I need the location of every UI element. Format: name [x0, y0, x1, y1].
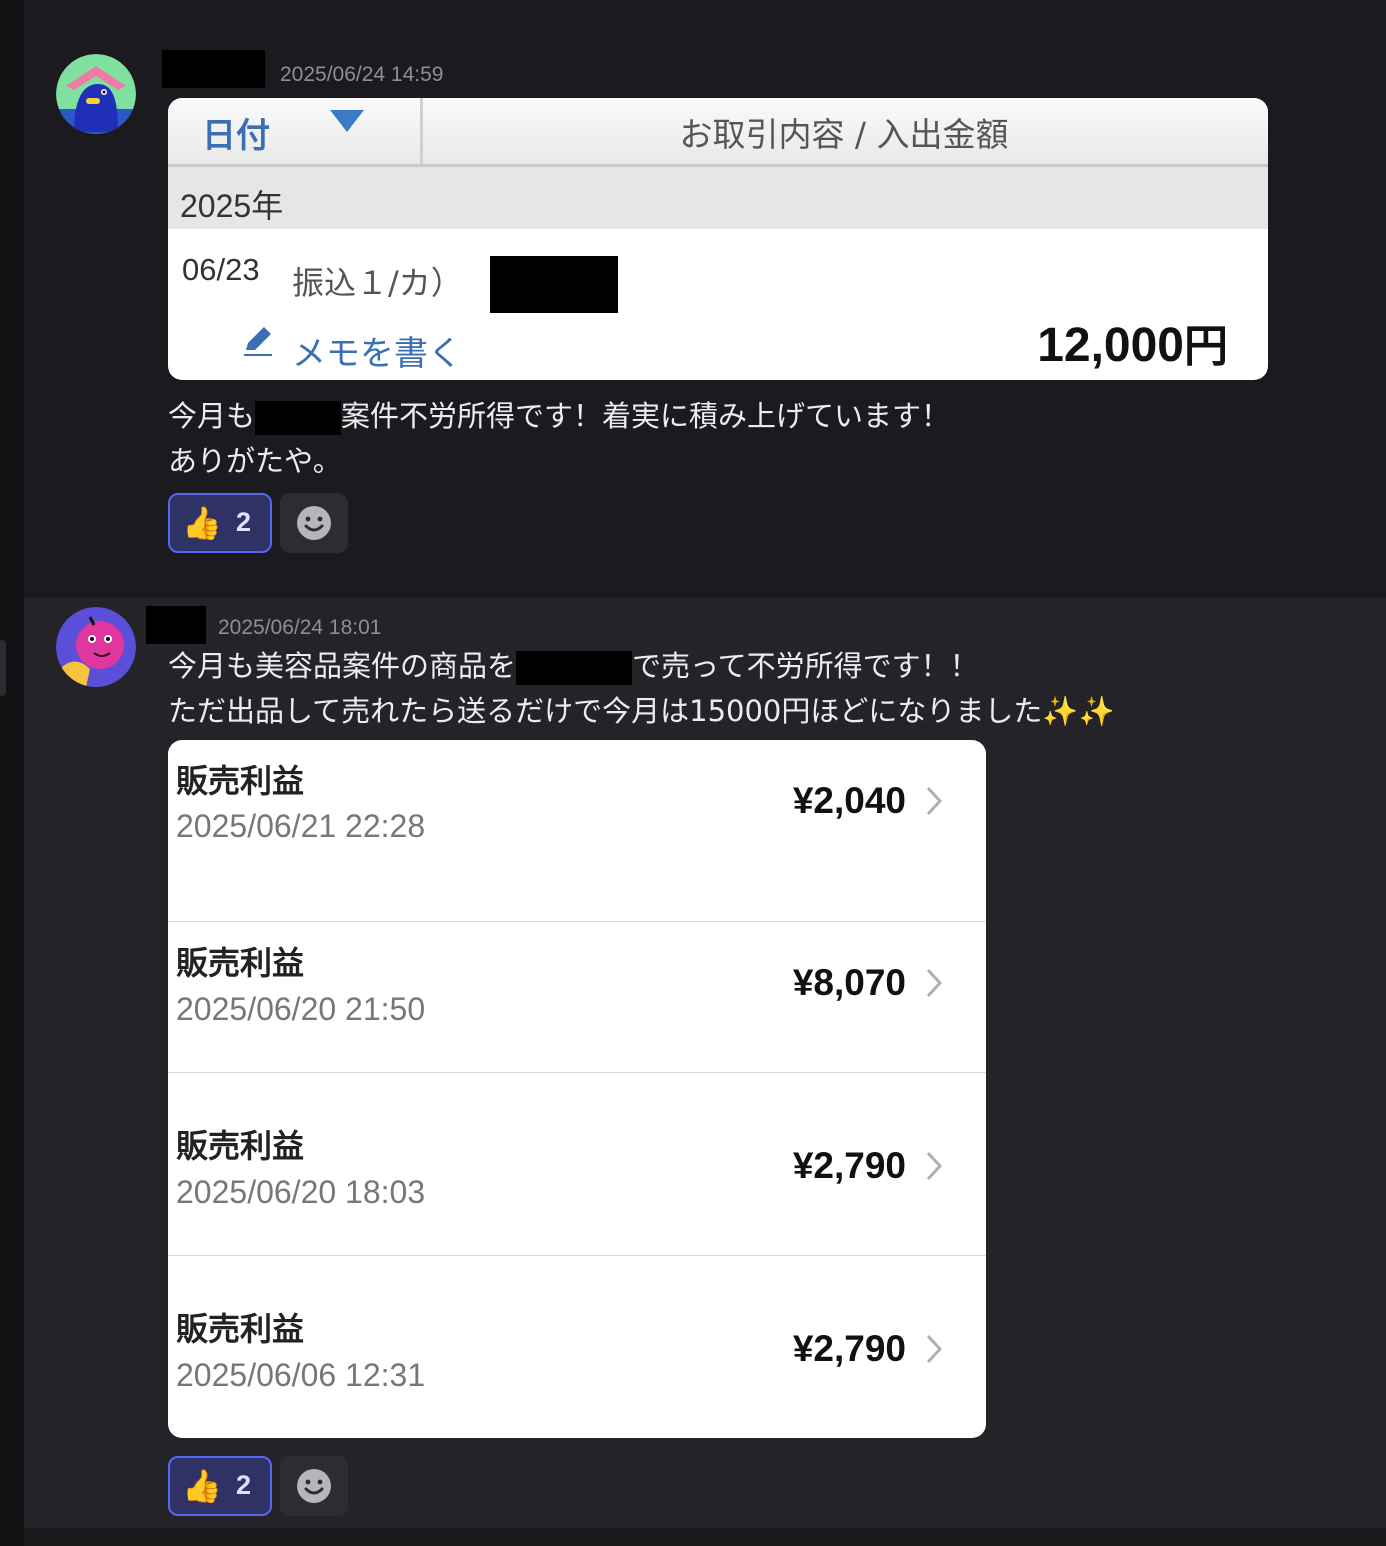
sale-amount: ¥8,070	[792, 962, 906, 1003]
message-line-1: 今月も美容品案件の商品を で売って不労所得です！！	[168, 644, 1115, 689]
text-segment: 案件不労所得です！着実に積み上げています！	[341, 399, 951, 433]
chevron-right-icon	[926, 1334, 943, 1364]
date-column-header: 日付	[168, 98, 423, 164]
message-list-end	[24, 1528, 1386, 1546]
redacted-payer	[490, 256, 618, 313]
bank-table-header: 日付 お取引内容 / 入出金額	[168, 98, 1268, 167]
user-avatar[interactable]	[56, 54, 136, 134]
write-memo-link[interactable]: メモを書く	[292, 326, 462, 375]
message-text: 今月も 案件不労所得です！着実に積み上げています！ ありがたや。	[168, 394, 950, 484]
sale-date: 2025/06/20 21:50	[176, 991, 426, 1027]
bank-transaction-screenshot[interactable]: 日付 お取引内容 / 入出金額 2025年 06/23 振込１/カ） メモを書く…	[168, 98, 1268, 380]
sale-title: 販売利益	[176, 1127, 305, 1165]
sale-date: 2025/06/06 12:31	[176, 1357, 426, 1393]
message-2: 2025/06/24 18:01 今月も美容品案件の商品を で売って不労所得です！…	[24, 598, 1386, 1528]
smiley-icon	[297, 1469, 331, 1503]
message-timestamp: 2025/06/24 14:59	[280, 63, 444, 86]
redacted-username	[162, 50, 265, 88]
sale-row[interactable]: 販売利益 2025/06/20 21:50 ¥8,070	[168, 890, 986, 1073]
transaction-amount: 12,000円	[1037, 310, 1228, 374]
sales-history-screenshot[interactable]: 販売利益 2025/06/21 22:28 ¥2,040 販売利益 2025/0…	[168, 740, 986, 1438]
content-column-header: お取引内容 / 入出金額	[679, 115, 1009, 154]
message-timestamp: 2025/06/24 18:01	[218, 616, 382, 639]
add-reaction-button[interactable]	[280, 493, 348, 553]
sale-date: 2025/06/20 18:03	[176, 1174, 426, 1210]
add-reaction-button[interactable]	[280, 1456, 348, 1516]
message-1: 2025/06/24 14:59 日付 お取引内容 / 入出金額 2025年 0…	[24, 0, 1386, 598]
sale-amount: ¥2,790	[792, 1328, 906, 1369]
rail-indicator	[0, 640, 6, 696]
reaction-count: 2	[236, 1470, 252, 1500]
transaction-description: 振込１/カ）	[292, 264, 463, 302]
server-rail	[0, 0, 24, 1546]
message-text: 今月も美容品案件の商品を で売って不労所得です！！ ただ出品して売れたら送るだけで…	[168, 644, 1115, 734]
text-segment: 今月も	[168, 399, 256, 433]
sale-row[interactable]: 販売利益 2025/06/20 18:03 ¥2,790	[168, 1073, 986, 1256]
sale-amount: ¥2,790	[792, 1145, 906, 1186]
chevron-right-icon	[926, 968, 943, 998]
user-avatar[interactable]	[56, 607, 136, 687]
year-group-header: 2025年	[168, 167, 1268, 229]
chevron-right-icon	[926, 786, 943, 816]
thumbs-up-reaction[interactable]: 👍 2	[168, 493, 272, 553]
sale-title: 販売利益	[176, 762, 305, 800]
amount-value: 12,000	[1037, 319, 1184, 372]
redacted-text	[255, 401, 342, 435]
thumbs-up-icon: 👍	[182, 1467, 222, 1505]
message-line-2: ありがたや。	[168, 444, 342, 478]
message-line-1: 今月も 案件不労所得です！着実に積み上げています！	[168, 394, 950, 439]
thumbs-up-reaction[interactable]: 👍 2	[168, 1456, 272, 1516]
smiley-icon	[297, 506, 331, 540]
date-header-label: 日付	[202, 116, 270, 156]
message-line-2: ただ出品して売れたら送るだけで今月は15000円ほどになりました✨✨	[168, 694, 1115, 728]
text-segment: で売って不労所得です！！	[632, 649, 979, 683]
currency-unit: 円	[1184, 322, 1228, 371]
sale-title: 販売利益	[176, 944, 305, 982]
pencil-icon	[240, 322, 276, 362]
sale-title: 販売利益	[176, 1310, 305, 1348]
sale-date: 2025/06/21 22:28	[176, 808, 426, 844]
sale-amount: ¥2,040	[792, 780, 906, 821]
reaction-count: 2	[236, 507, 252, 537]
redacted-text	[516, 651, 633, 685]
sale-row[interactable]: 販売利益 2025/06/06 12:31 ¥2,790	[168, 1256, 986, 1438]
thumbs-up-icon: 👍	[182, 504, 222, 542]
chevron-right-icon	[926, 1151, 943, 1181]
transaction-date: 06/23	[182, 252, 260, 287]
sort-down-icon	[330, 110, 364, 132]
redacted-username	[146, 606, 206, 644]
text-segment: 今月も美容品案件の商品を	[168, 649, 517, 683]
year-label: 2025年	[180, 188, 284, 224]
